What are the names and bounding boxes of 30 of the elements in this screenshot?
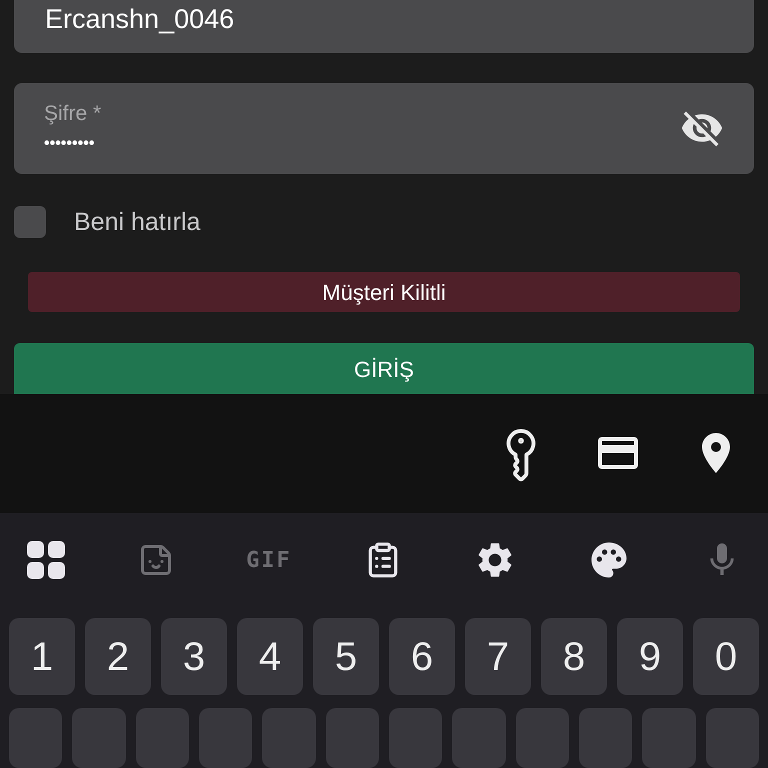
alert-banner: Müşteri Kilitli	[28, 272, 740, 312]
keyboard-key[interactable]	[642, 708, 696, 768]
keyboard-key[interactable]	[198, 708, 252, 768]
keyboard-key[interactable]	[706, 708, 759, 768]
keyboard-key[interactable]	[578, 708, 632, 768]
remember-me-label: Beni hatırla	[74, 206, 200, 238]
keyboard-key[interactable]	[452, 708, 506, 768]
keyboard-key[interactable]: 0	[693, 618, 759, 695]
keyboard-key[interactable]: 5	[313, 618, 379, 695]
keyboard-key[interactable]	[326, 708, 379, 768]
checkbox[interactable]	[14, 206, 46, 238]
keyboard-key[interactable]	[9, 708, 62, 768]
keyboard-key[interactable]	[516, 708, 569, 768]
username-field[interactable]: Ercanshn_0046	[14, 0, 754, 54]
keyboard-key[interactable]: 6	[389, 618, 455, 695]
password-field[interactable]: Şifre * •••••••••	[14, 83, 754, 174]
keyboard-key[interactable]: 1	[9, 618, 75, 695]
keyboard-key[interactable]: 3	[161, 618, 227, 695]
keyboard-key[interactable]: 9	[617, 618, 683, 695]
keyboard-key[interactable]: 8	[541, 618, 607, 695]
keyboard-key[interactable]	[72, 708, 126, 768]
apps-grid-icon[interactable]	[26, 540, 66, 580]
keyboard-key[interactable]: 4	[237, 618, 303, 695]
keyboard-key[interactable]	[262, 708, 316, 768]
keyboard-key[interactable]	[136, 708, 189, 768]
keyboard-key[interactable]: 2	[85, 618, 151, 695]
keyboard-key[interactable]: 7	[465, 618, 531, 695]
login-button[interactable]: GİRİŞ	[14, 343, 754, 394]
keyboard-key[interactable]	[388, 708, 442, 768]
password-label: Şifre *	[44, 101, 102, 128]
